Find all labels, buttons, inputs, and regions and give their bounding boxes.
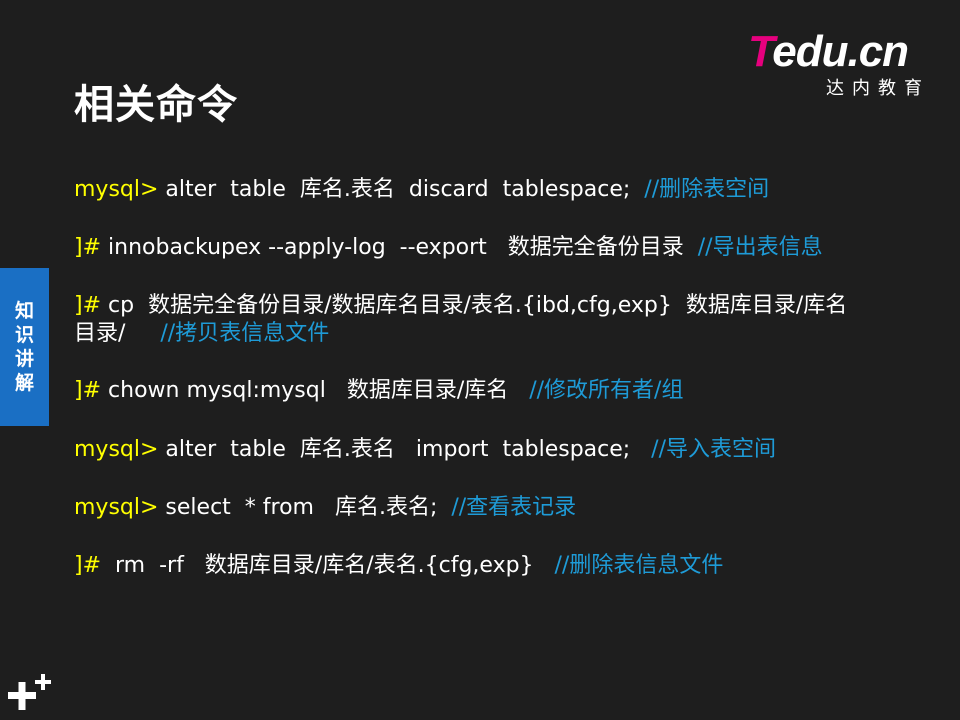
- command-comment: //删除表信息文件: [547, 553, 724, 578]
- logo-subtitle: 达内教育: [826, 78, 930, 99]
- side-tab-knowledge: 知 识 讲 解: [0, 268, 49, 426]
- command-comment: //查看表记录: [444, 495, 577, 520]
- tedu-logo: Tedu.cn 达内教育: [748, 28, 933, 100]
- page-title: 相关命令: [74, 82, 238, 128]
- plus-plus-icon: [8, 674, 51, 710]
- command-code: innobackupex --apply-log --export 数据完全备份…: [101, 235, 691, 260]
- command-code: 目录/: [74, 321, 154, 346]
- command-line: ]# rm -rf 数据库目录/库名/表名.{cfg,exp} //删除表信息文…: [74, 552, 723, 580]
- side-tab-char: 讲: [14, 348, 34, 370]
- command-line: mysql> select * from 库名.表名; //查看表记录: [74, 494, 576, 522]
- logo-mark-t: T: [748, 27, 773, 76]
- command-prompt: ]#: [74, 553, 102, 578]
- logo-mark: Tedu.cn: [748, 27, 909, 76]
- command-comment: //拷贝表信息文件: [153, 321, 330, 346]
- command-comment: //修改所有者/组: [522, 378, 684, 403]
- command-comment: //删除表空间: [637, 177, 770, 202]
- command-line: ]# innobackupex --apply-log --export 数据完…: [74, 234, 823, 262]
- command-prompt: mysql>: [74, 495, 159, 520]
- command-code: rm -rf 数据库目录/库名/表名.{cfg,exp}: [101, 553, 548, 578]
- command-prompt: ]#: [74, 378, 102, 403]
- command-comment: //导出表信息: [690, 235, 823, 260]
- command-code: alter table 库名.表名 discard tablespace;: [158, 177, 638, 202]
- command-code: alter table 库名.表名 import tablespace;: [158, 437, 645, 462]
- command-line: ]# chown mysql:mysql 数据库目录/库名 //修改所有者/组: [74, 377, 683, 405]
- command-prompt: ]#: [74, 235, 102, 260]
- command-line: mysql> alter table 库名.表名 import tablespa…: [74, 436, 776, 464]
- side-tab-char: 知: [14, 300, 34, 322]
- command-comment: //导入表空间: [644, 437, 777, 462]
- side-tab-char: 解: [14, 372, 34, 394]
- side-tab-char: 识: [14, 324, 34, 346]
- command-code: select * from 库名.表名;: [158, 495, 445, 520]
- command-line-continued: 目录/ //拷贝表信息文件: [74, 320, 329, 348]
- command-code: cp 数据完全备份目录/数据库名目录/表名.{ibd,cfg,exp} 数据库目…: [101, 293, 848, 318]
- command-line: ]# cp 数据完全备份目录/数据库名目录/表名.{ibd,cfg,exp} 数…: [74, 292, 847, 320]
- command-prompt: mysql>: [74, 177, 159, 202]
- command-code: chown mysql:mysql 数据库目录/库名: [101, 378, 523, 403]
- logo-mark-rest: edu.cn: [772, 27, 909, 76]
- command-prompt: mysql>: [74, 437, 159, 462]
- command-line: mysql> alter table 库名.表名 discard tablesp…: [74, 176, 769, 204]
- command-prompt: ]#: [74, 293, 102, 318]
